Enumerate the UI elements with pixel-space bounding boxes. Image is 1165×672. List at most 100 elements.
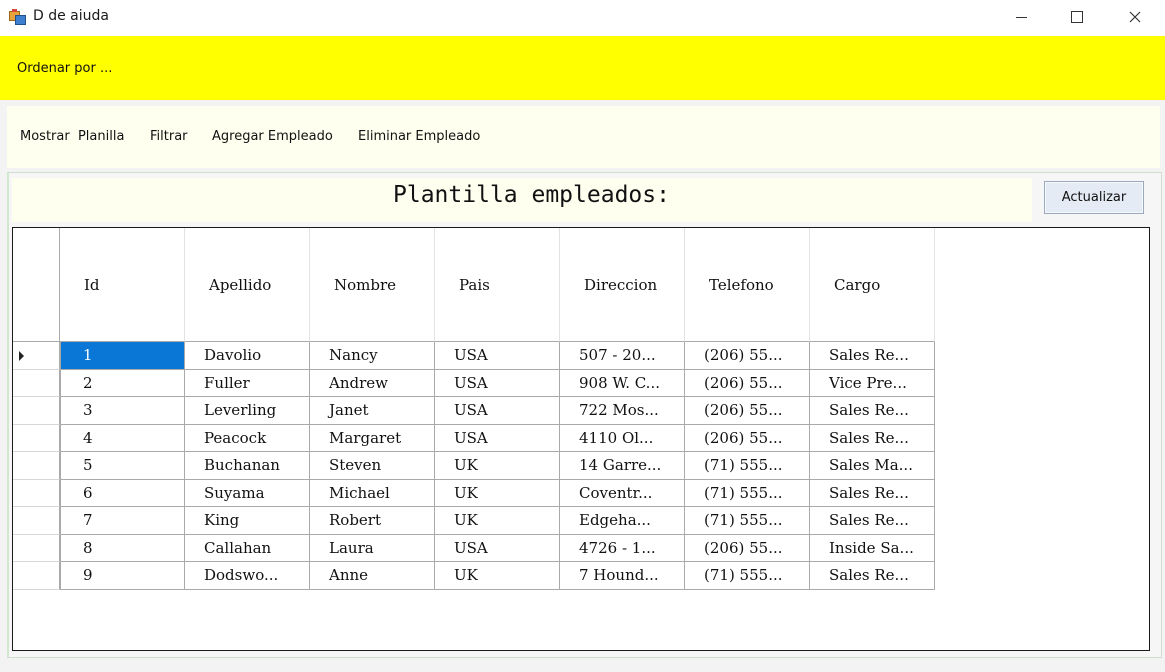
- cell-nombre[interactable]: Janet: [310, 397, 435, 425]
- refresh-button[interactable]: Actualizar: [1044, 181, 1144, 214]
- menu-bar: Mostrar Planilla Filtrar Agregar Emplead…: [7, 106, 1160, 168]
- cell-cargo[interactable]: Sales Ma...: [810, 452, 935, 480]
- cell-id[interactable]: 5: [60, 452, 185, 480]
- cell-telefono[interactable]: (71) 555...: [685, 452, 810, 480]
- cell-telefono[interactable]: (71) 555...: [685, 479, 810, 507]
- employee-grid[interactable]: Id Apellido Nombre Pais Direccion Telefono Car…: [12, 227, 1150, 651]
- cell-nombre[interactable]: Anne: [310, 562, 435, 590]
- cell-apellido[interactable]: Suyama: [185, 479, 310, 507]
- cell-pais[interactable]: USA: [435, 534, 560, 562]
- menu-delete-employee[interactable]: Eliminar Empleado: [358, 129, 480, 144]
- row-header[interactable]: [13, 369, 60, 397]
- cell-id[interactable]: 3: [60, 397, 185, 425]
- cell-telefono[interactable]: (206) 55...: [685, 369, 810, 397]
- column-header-label: Cargo: [834, 276, 881, 294]
- row-header[interactable]: [13, 342, 60, 370]
- cell-telefono[interactable]: (206) 55...: [685, 397, 810, 425]
- cell-telefono[interactable]: (206) 55...: [685, 424, 810, 452]
- cell-pais[interactable]: USA: [435, 424, 560, 452]
- row-header[interactable]: [13, 452, 60, 480]
- row-header[interactable]: [13, 397, 60, 425]
- cell-direccion[interactable]: 722 Mos...: [560, 397, 685, 425]
- cell-id[interactable]: 2: [60, 369, 185, 397]
- cell-direccion[interactable]: 507 - 20...: [560, 342, 685, 370]
- row-header[interactable]: [13, 479, 60, 507]
- menu-show-roster[interactable]: Mostrar Planilla: [20, 129, 124, 144]
- row-header[interactable]: [13, 424, 60, 452]
- cell-apellido[interactable]: Leverling: [185, 397, 310, 425]
- cell-cargo[interactable]: Sales Re...: [810, 342, 935, 370]
- cell-id[interactable]: 4: [60, 424, 185, 452]
- cell-id[interactable]: 8: [60, 534, 185, 562]
- title-bar: D de aiuda: [0, 0, 1165, 36]
- cell-telefono[interactable]: (71) 555...: [685, 562, 810, 590]
- menu-filter[interactable]: Filtrar: [150, 129, 188, 144]
- cell-apellido[interactable]: Buchanan: [185, 452, 310, 480]
- cell-cargo[interactable]: Inside Sa...: [810, 534, 935, 562]
- column-header-pais[interactable]: Pais: [435, 228, 560, 342]
- cell-nombre[interactable]: Steven: [310, 452, 435, 480]
- maximize-button[interactable]: [1048, 0, 1106, 34]
- cell-cargo[interactable]: Sales Re...: [810, 479, 935, 507]
- cell-cargo[interactable]: Sales Re...: [810, 562, 935, 590]
- row-header[interactable]: [13, 534, 60, 562]
- cell-apellido[interactable]: Fuller: [185, 369, 310, 397]
- current-row-arrow-icon: [19, 351, 24, 361]
- cell-nombre[interactable]: Nancy: [310, 342, 435, 370]
- column-header-label: Nombre: [334, 276, 397, 294]
- cell-pais[interactable]: USA: [435, 342, 560, 370]
- cell-pais[interactable]: UK: [435, 479, 560, 507]
- cell-cargo[interactable]: Sales Re...: [810, 397, 935, 425]
- cell-telefono[interactable]: (206) 55...: [685, 342, 810, 370]
- cell-nombre[interactable]: Robert: [310, 507, 435, 535]
- cell-apellido[interactable]: King: [185, 507, 310, 535]
- cell-nombre[interactable]: Michael: [310, 479, 435, 507]
- close-button[interactable]: [1106, 0, 1164, 34]
- cell-apellido[interactable]: Dodswo...: [185, 562, 310, 590]
- column-header-label: Apellido: [209, 276, 272, 294]
- cell-nombre[interactable]: Laura: [310, 534, 435, 562]
- cell-nombre[interactable]: Margaret: [310, 424, 435, 452]
- content-frame: Plantilla empleados: Actualizar Id Apelli…: [7, 172, 1162, 658]
- app-icon: [9, 9, 26, 25]
- cell-direccion[interactable]: 4110 Ol...: [560, 424, 685, 452]
- cell-id[interactable]: 6: [60, 479, 185, 507]
- cell-cargo[interactable]: Vice Pre...: [810, 369, 935, 397]
- cell-telefono[interactable]: (206) 55...: [685, 534, 810, 562]
- cell-pais[interactable]: UK: [435, 562, 560, 590]
- main-panel: Mostrar Planilla Filtrar Agregar Emplead…: [0, 100, 1165, 672]
- cell-direccion[interactable]: Edgeha...: [560, 507, 685, 535]
- cell-pais[interactable]: UK: [435, 507, 560, 535]
- minimize-button[interactable]: [992, 0, 1050, 34]
- cell-apellido[interactable]: Callahan: [185, 534, 310, 562]
- cell-direccion[interactable]: 14 Garre...: [560, 452, 685, 480]
- column-header-cargo[interactable]: Cargo: [810, 228, 935, 342]
- cell-direccion[interactable]: 908 W. C...: [560, 369, 685, 397]
- cell-pais[interactable]: USA: [435, 369, 560, 397]
- row-header[interactable]: [13, 507, 60, 535]
- cell-pais[interactable]: UK: [435, 452, 560, 480]
- column-header-telefono[interactable]: Telefono: [685, 228, 810, 342]
- cell-apellido[interactable]: Davolio: [185, 342, 310, 370]
- cell-direccion[interactable]: 7 Hound...: [560, 562, 685, 590]
- cell-cargo[interactable]: Sales Re...: [810, 424, 935, 452]
- column-header-id[interactable]: Id: [60, 228, 185, 342]
- column-header-apellido[interactable]: Apellido: [185, 228, 310, 342]
- row-header[interactable]: [13, 562, 60, 590]
- cell-id[interactable]: 1: [60, 342, 185, 370]
- column-header-nombre[interactable]: Nombre: [310, 228, 435, 342]
- cell-nombre[interactable]: Andrew: [310, 369, 435, 397]
- cell-direccion[interactable]: 4726 - 1...: [560, 534, 685, 562]
- cell-direccion[interactable]: Coventr...: [560, 479, 685, 507]
- cell-id[interactable]: 7: [60, 507, 185, 535]
- sort-by-menu[interactable]: Ordenar por ...: [17, 61, 112, 76]
- menu-add-employee[interactable]: Agregar Empleado: [212, 129, 333, 144]
- cell-cargo[interactable]: Sales Re...: [810, 507, 935, 535]
- column-header-direccion[interactable]: Direccion: [560, 228, 685, 342]
- cell-id[interactable]: 9: [60, 562, 185, 590]
- cell-telefono[interactable]: (71) 555...: [685, 507, 810, 535]
- cell-pais[interactable]: USA: [435, 397, 560, 425]
- cell-apellido[interactable]: Peacock: [185, 424, 310, 452]
- column-header-label: Pais: [459, 276, 490, 294]
- maximize-icon: [1071, 11, 1083, 23]
